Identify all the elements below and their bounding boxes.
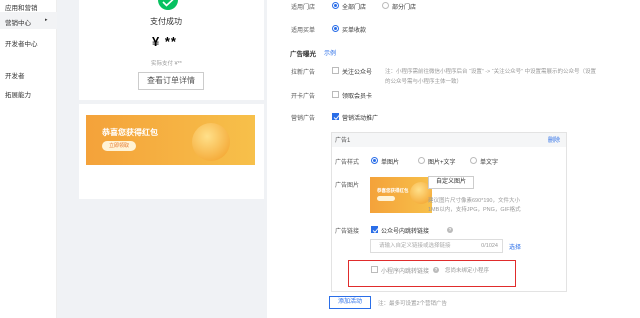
ad-image-label: 广告图片: [335, 183, 360, 189]
link-counter: 0/1024: [481, 243, 498, 249]
ad-section-title: 广告曝光: [290, 51, 316, 58]
method-label: 适用买单: [291, 28, 316, 34]
payment-amount: ¥ **: [152, 34, 177, 49]
mini-program-checkbox[interactable]: [371, 266, 378, 273]
style-image-text-radio[interactable]: [418, 157, 425, 164]
marketing-checkbox[interactable]: [332, 113, 340, 121]
red-packet-banner[interactable]: 恭喜您获得红包 立即领取: [86, 115, 255, 165]
banner-title: 恭喜您获得红包: [102, 128, 158, 137]
ad-style-label: 广告样式: [335, 160, 360, 166]
sidebar-section-developer: 开发者: [5, 73, 25, 80]
follow-ad-label: 拉新广告: [291, 70, 316, 76]
help-icon[interactable]: ?: [447, 227, 453, 233]
style-image-option[interactable]: 单图片: [381, 157, 399, 166]
store-all-radio[interactable]: [332, 2, 339, 9]
follow-checkbox[interactable]: [332, 67, 339, 74]
egg-illustration: [192, 123, 230, 161]
follow-hint-line2: 的公众号需与小程序主体一致）: [385, 79, 463, 85]
style-text-radio[interactable]: [470, 157, 477, 164]
chevron-right-icon: ▸: [45, 17, 48, 23]
card-ad-label: 开卡广告: [291, 94, 316, 100]
follow-option[interactable]: 关注公众号: [342, 67, 372, 76]
store-all-option[interactable]: 全部门店: [342, 2, 366, 11]
link-option[interactable]: 公众号内跳转链接: [381, 226, 429, 235]
ad-panel-title: 广告1: [335, 138, 351, 144]
style-image-radio[interactable]: [371, 157, 378, 164]
thumbnail-title: 恭喜您获得红包: [377, 188, 409, 193]
highlight-box: [348, 260, 516, 287]
ad-image-thumbnail: 恭喜您获得红包: [370, 177, 432, 213]
add-activity-hint: 注：最多可设置2个营销广告: [378, 301, 448, 307]
follow-hint-line1: 注：小程序需前往微信小程序后台 “设置” -> “关注公众号” 中设置需展示的公…: [385, 69, 596, 75]
payment-status: 支付成功: [150, 17, 182, 26]
delete-ad-link[interactable]: 删除: [548, 135, 560, 144]
custom-image-button[interactable]: 自定义图片: [428, 176, 474, 189]
mini-program-hint: 您尚未绑定小程序: [445, 268, 490, 274]
add-activity-button[interactable]: 添加活动: [329, 296, 371, 309]
mini-program-option[interactable]: 小程序内跳转链接: [381, 266, 429, 275]
link-input[interactable]: [371, 240, 471, 252]
ad-example-link[interactable]: 示例: [324, 48, 336, 57]
store-label: 适用门店: [291, 5, 316, 11]
link-input-wrapper: 0/1024: [370, 239, 503, 253]
ad-panel-header: [332, 133, 566, 147]
method-radio[interactable]: [332, 25, 339, 32]
store-partial-option[interactable]: 部分门店: [392, 2, 416, 11]
method-option[interactable]: 买单收款: [342, 25, 366, 34]
banner-claim-button[interactable]: 立即领取: [102, 141, 136, 151]
card-option[interactable]: 领取会员卡: [342, 91, 372, 100]
view-order-button[interactable]: 查看订单详情: [138, 72, 204, 90]
sidebar-item-developer-center[interactable]: 开发者中心: [5, 38, 38, 48]
card-checkbox[interactable]: [332, 91, 339, 98]
style-text-option[interactable]: 单文字: [480, 157, 498, 166]
select-link[interactable]: 选择: [509, 242, 521, 251]
store-partial-radio[interactable]: [382, 2, 389, 9]
sidebar-item-apps-marketing[interactable]: 应用和营销: [5, 2, 38, 12]
image-hint-line2: 1MB以内，支持JPG，PNG，GIF格式: [428, 207, 521, 213]
thumbnail-button: [377, 196, 395, 201]
actual-payment: 实际支付 ¥**: [151, 61, 182, 67]
sidebar: 应用和营销 营销中心 ▸ 开发者中心 开发者 拓展能力: [0, 0, 57, 318]
help-icon[interactable]: ?: [433, 267, 439, 273]
sidebar-item-extensions[interactable]: 拓展能力: [5, 89, 31, 99]
marketing-ad-label: 营销广告: [291, 116, 316, 122]
ad-link-label: 广告链接: [335, 229, 360, 235]
style-image-text-option[interactable]: 图片+文字: [428, 157, 456, 166]
marketing-option[interactable]: 营销活动推广: [342, 113, 378, 122]
link-checkbox[interactable]: [371, 226, 379, 234]
image-hint-line1: 建议图片尺寸像素690*190，文件大小: [428, 198, 520, 204]
sidebar-item-marketing-center[interactable]: 营销中心: [5, 17, 31, 27]
